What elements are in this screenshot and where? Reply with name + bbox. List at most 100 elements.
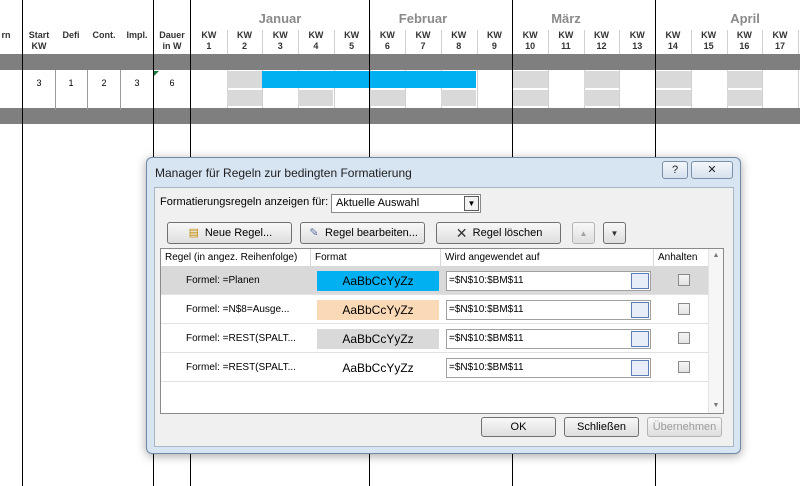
gantt-shade-block [656, 90, 691, 106]
chevron-down-icon[interactable]: ▼ [464, 196, 479, 211]
cell-cont[interactable]: 2 [88, 78, 120, 88]
col-header-cont: Cont. [92, 30, 116, 40]
cell-defi[interactable]: 1 [56, 78, 86, 88]
month-februar: Februar [398, 11, 448, 26]
col-header-dauer: Dauer in W [154, 30, 190, 52]
rules-list: Regel (in angez. Reihenfolge) Format Wir… [160, 248, 724, 414]
delete-rule-label: Regel löschen [472, 227, 543, 239]
week-number: 7 [420, 41, 426, 51]
grid-line [798, 30, 799, 120]
week-header-cell: KW 14 [655, 30, 691, 52]
range-picker-icon[interactable] [631, 331, 649, 347]
rule-row[interactable]: Formel: =REST(SPALT... AaBbCcYyZz =$N$10… [161, 325, 709, 353]
move-up-button[interactable]: ▲ [572, 222, 595, 244]
col-header-rule: Regel (in angez. Reihenfolge) [161, 249, 311, 267]
sheet-band-top [0, 54, 800, 70]
rule-formula: Formel: =REST(SPALT... [186, 333, 296, 344]
applies-to-field[interactable]: =$N$10:$BM$11 [446, 329, 651, 349]
week-header-cell: KW 6 [370, 30, 406, 52]
range-picker-icon[interactable] [631, 273, 649, 289]
applies-to-value: =$N$10:$BM$11 [449, 333, 524, 344]
stop-checkbox[interactable] [678, 303, 690, 315]
range-picker-icon[interactable] [631, 302, 649, 318]
week-header-cell: KW 11 [548, 30, 584, 52]
week-number: 14 [667, 41, 678, 51]
week-number: 1 [206, 41, 212, 51]
month-maerz: März [551, 11, 581, 26]
rule-row[interactable]: Formel: =N$8=Ausge... AaBbCcYyZz =$N$10:… [161, 296, 709, 324]
week-number: 5 [349, 41, 355, 51]
delete-rule-button[interactable]: ✕ Regel löschen [436, 222, 561, 244]
gantt-shade-block [370, 90, 405, 106]
format-preview: AaBbCcYyZz [317, 329, 439, 349]
cell-impl[interactable]: 3 [121, 78, 153, 88]
rules-list-scrollbar[interactable]: ▲ ▼ [708, 249, 723, 413]
stop-checkbox[interactable] [678, 361, 690, 373]
week-header-cell: KW 8 [441, 30, 477, 52]
scroll-down-icon[interactable]: ▼ [709, 399, 723, 413]
month-januar: Januar [258, 11, 302, 26]
week-kw-label: KW [486, 30, 502, 40]
week-kw-label: KW [237, 30, 253, 40]
week-kw-label: KW [201, 30, 217, 40]
cell-start[interactable]: 3 [24, 78, 54, 88]
apply-button[interactable]: Übernehmen [647, 417, 722, 437]
week-number: 8 [456, 41, 462, 51]
stop-checkbox[interactable] [678, 332, 690, 344]
week-kw-label: KW [665, 30, 681, 40]
week-header-cell: KW 15 [691, 30, 727, 52]
delete-x-icon: ✕ [455, 224, 468, 241]
gantt-shade-block [513, 71, 548, 88]
applies-to-field[interactable]: =$N$10:$BM$11 [446, 358, 651, 378]
new-rule-button[interactable]: ▤ Neue Regel... [167, 222, 292, 244]
col-header-applies: Wird angewendet auf [441, 249, 654, 267]
new-rule-label: Neue Regel... [204, 227, 273, 239]
triangle-up-icon: ▲ [579, 228, 588, 238]
week-header-cell: KW 5 [334, 30, 370, 52]
week-kw-label: KW [415, 30, 431, 40]
col-header-start-line1: Start [28, 30, 50, 40]
gantt-shade-block [727, 90, 762, 106]
applies-to-field[interactable]: =$N$10:$BM$11 [446, 271, 651, 291]
col-header-impl: Impl. [126, 30, 148, 40]
move-down-button[interactable]: ▼ [603, 222, 626, 244]
applies-to-field[interactable]: =$N$10:$BM$11 [446, 300, 651, 320]
week-kw-label: KW [629, 30, 645, 40]
week-header-cell: KW 3 [262, 30, 298, 52]
rule-row[interactable]: Formel: =REST(SPALT... AaBbCcYyZz =$N$10… [161, 354, 709, 382]
close-icon[interactable]: ✕ [691, 161, 733, 179]
edit-rule-label: Regel bearbeiten... [325, 227, 418, 239]
week-kw-label: KW [736, 30, 752, 40]
gantt-shade-block [584, 90, 619, 106]
week-number: 10 [525, 41, 536, 51]
range-picker-icon[interactable] [631, 360, 649, 376]
col-header-rn: rn [1, 30, 11, 40]
show-rules-dropdown[interactable]: Aktuelle Auswahl ▼ [331, 194, 481, 213]
week-kw-label: KW [308, 30, 324, 40]
cell-dauer[interactable]: 6 [154, 78, 190, 88]
help-button[interactable]: ? [662, 161, 688, 179]
cell-comment-marker [154, 71, 159, 76]
month-april: April [730, 11, 760, 26]
ok-button[interactable]: OK [481, 417, 556, 437]
gantt-shade-block [727, 71, 762, 88]
col-header-format: Format [311, 249, 441, 267]
week-number: 4 [313, 41, 319, 51]
week-number: 9 [491, 41, 497, 51]
week-header-cell: KW 16 [727, 30, 763, 52]
week-number: 15 [703, 41, 714, 51]
week-number: 2 [242, 41, 248, 51]
stop-checkbox[interactable] [678, 274, 690, 286]
format-preview: AaBbCcYyZz [317, 358, 439, 378]
week-number: 16 [739, 41, 750, 51]
format-preview: AaBbCcYyZz [317, 271, 439, 291]
applies-to-value: =$N$10:$BM$11 [449, 275, 524, 286]
scroll-up-icon[interactable]: ▲ [709, 249, 723, 263]
gantt-shade-block [656, 71, 691, 88]
rule-row[interactable]: Formel: =Planen AaBbCcYyZz =$N$10:$BM$11 [161, 267, 709, 295]
close-button[interactable]: Schließen [564, 417, 639, 437]
show-rules-value: Aktuelle Auswahl [336, 197, 420, 209]
week-number: 13 [632, 41, 643, 51]
edit-rule-button[interactable]: ✎ Regel bearbeiten... [300, 222, 425, 244]
week-kw-label: KW [272, 30, 288, 40]
